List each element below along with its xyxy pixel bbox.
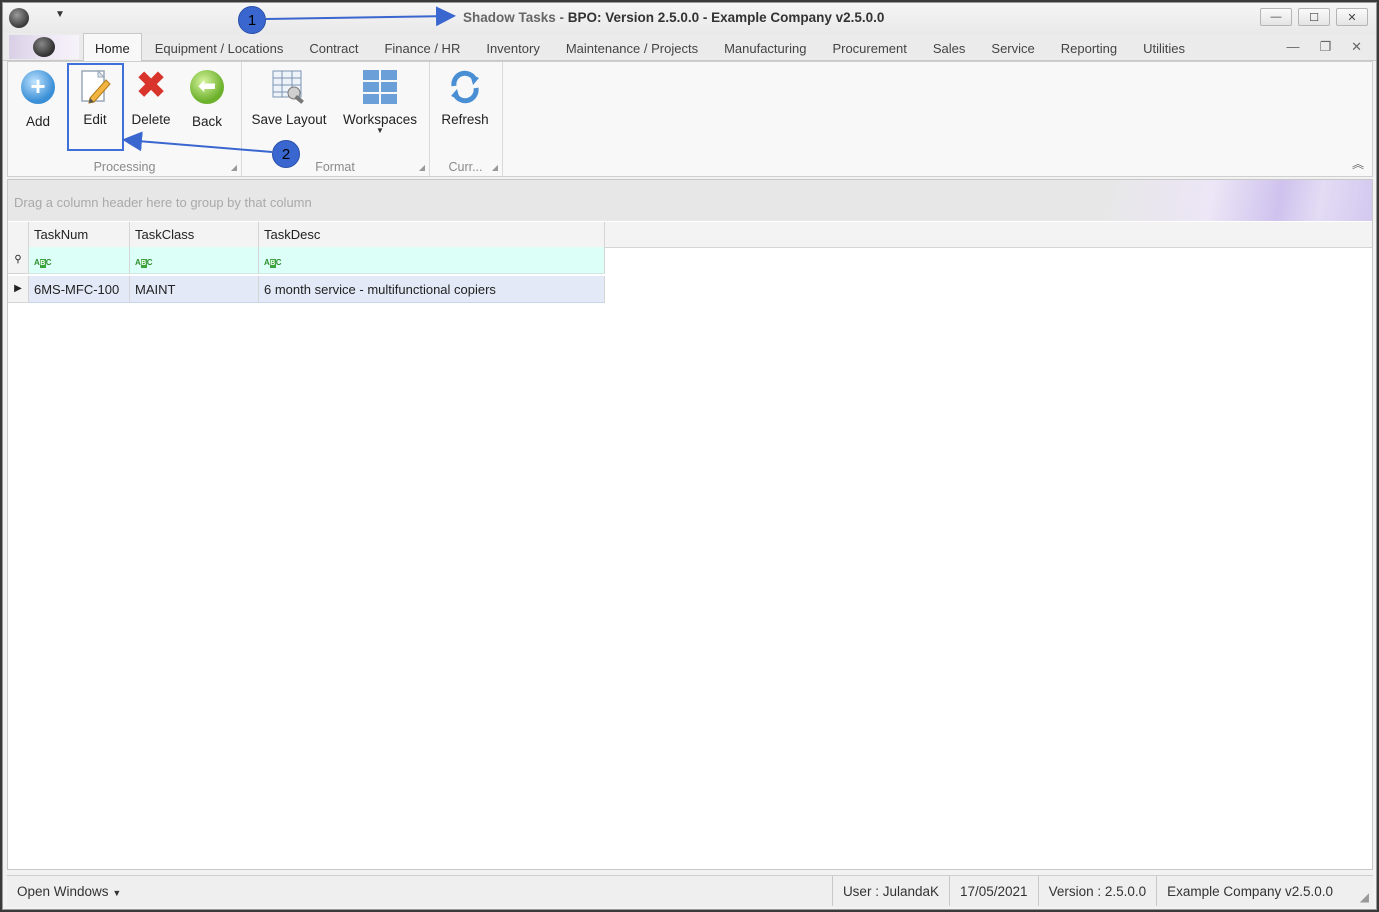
status-info: User : JulandaK 17/05/2021 Version : 2.5… <box>831 876 1343 906</box>
save-layout-icon <box>270 68 308 106</box>
column-header-taskclass[interactable]: TaskClass <box>130 222 259 247</box>
workspaces-dropdown-icon: ▼ <box>376 126 384 135</box>
row-focus-indicator-icon: ▶ <box>8 276 29 303</box>
column-header-row: TaskNum TaskClass TaskDesc <box>8 222 1372 248</box>
title-bar: ▼ Shadow Tasks - BPO: Version 2.5.0.0 - … <box>3 3 1376 33</box>
cell-taskclass[interactable]: MAINT <box>130 276 259 303</box>
cell-tasknum[interactable]: 6MS-MFC-100 <box>29 276 130 303</box>
group-launcher-icon[interactable]: ◢ <box>492 163 498 172</box>
row-indicator-header <box>8 222 29 247</box>
ribbon-tabs: Home Equipment / Locations Contract Finance… <box>83 33 1198 61</box>
workspaces-icon <box>361 68 399 106</box>
filter-cell-tasknum[interactable]: ABC <box>29 247 130 274</box>
delete-label: Delete <box>131 112 171 127</box>
window-title: Shadow Tasks - BPO: Version 2.5.0.0 - Ex… <box>463 10 884 25</box>
mdi-close-icon[interactable]: ✕ <box>1351 39 1362 55</box>
format-group-label: Format <box>315 160 355 174</box>
minimize-button[interactable]: — <box>1260 8 1292 26</box>
status-bar: Open Windows ▼ User : JulandaK 17/05/202… <box>7 875 1373 907</box>
resize-grip-icon[interactable]: ◢ <box>1360 890 1369 904</box>
save-layout-button[interactable]: Save Layout <box>249 68 329 127</box>
refresh-label: Refresh <box>441 112 489 127</box>
tab-utilities[interactable]: Utilities <box>1130 33 1198 60</box>
status-date: 17/05/2021 <box>949 876 1038 906</box>
window-controls: — ☐ ✕ <box>1260 8 1368 26</box>
tab-maintenance-projects[interactable]: Maintenance / Projects <box>553 33 711 60</box>
back-label: Back <box>191 114 222 129</box>
tab-finance-hr[interactable]: Finance / HR <box>371 33 473 60</box>
delete-icon: ✖ <box>135 65 167 107</box>
processing-group-label: Processing <box>93 160 156 174</box>
filter-cell-taskclass[interactable]: ABC <box>130 247 259 274</box>
open-windows-dropdown[interactable]: Open Windows ▼ <box>17 884 121 899</box>
format-group: Save Layout Workspaces ▼ Format ◢ <box>241 62 430 176</box>
text-filter-icon: ABC <box>264 258 282 268</box>
save-layout-label: Save Layout <box>251 112 327 127</box>
app-window: ▼ Shadow Tasks - BPO: Version 2.5.0.0 - … <box>2 2 1377 910</box>
maximize-button[interactable]: ☐ <box>1298 8 1330 26</box>
open-windows-label: Open Windows <box>17 884 109 899</box>
application-menu-button[interactable] <box>9 35 79 59</box>
table-row[interactable]: ▶ 6MS-MFC-100 MAINT 6 month service - mu… <box>8 276 1372 303</box>
tab-procurement[interactable]: Procurement <box>819 33 919 60</box>
processing-group: + Add Edit ✖ Delete ⬅ Back Processing ◢ <box>8 62 242 176</box>
tab-equipment-locations[interactable]: Equipment / Locations <box>142 33 297 60</box>
back-arrow-icon: ⬅ <box>190 70 224 104</box>
column-header-taskdesc[interactable]: TaskDesc <box>259 222 605 247</box>
app-logo-icon <box>33 37 55 57</box>
app-logo-icon[interactable] <box>9 8 29 28</box>
tab-manufacturing[interactable]: Manufacturing <box>711 33 819 60</box>
tab-home[interactable]: Home <box>83 33 142 61</box>
mdi-controls: — ❐ ✕ <box>1286 39 1362 55</box>
annotation-badge-2: 2 <box>272 140 300 168</box>
window-title-prefix: Shadow Tasks - <box>463 10 568 25</box>
workspaces-label: Workspaces <box>342 112 418 127</box>
tab-inventory[interactable]: Inventory <box>473 33 552 60</box>
current-group: Refresh Curr... ◢ <box>429 62 503 176</box>
column-header-tasknum[interactable]: TaskNum <box>29 222 130 247</box>
filter-cell-taskdesc[interactable]: ABC <box>259 247 605 274</box>
back-button[interactable]: ⬅ Back <box>186 68 228 129</box>
workspaces-button[interactable]: Workspaces ▼ <box>341 68 419 135</box>
group-launcher-icon[interactable]: ◢ <box>419 163 425 172</box>
tab-contract[interactable]: Contract <box>296 33 371 60</box>
collapse-ribbon-icon[interactable]: ︽ <box>1352 155 1364 172</box>
tab-reporting[interactable]: Reporting <box>1048 33 1130 60</box>
mdi-restore-icon[interactable]: ❐ <box>1319 39 1331 55</box>
mdi-minimize-icon[interactable]: — <box>1286 39 1299 55</box>
add-icon: + <box>21 70 55 104</box>
quick-access-dropdown-icon[interactable]: ▼ <box>55 9 65 20</box>
status-company: Example Company v2.5.0.0 <box>1156 876 1343 906</box>
close-button[interactable]: ✕ <box>1336 8 1368 26</box>
refresh-icon <box>446 68 484 106</box>
delete-button[interactable]: ✖ Delete <box>126 65 176 127</box>
status-version: Version : 2.5.0.0 <box>1037 876 1157 906</box>
text-filter-icon: ABC <box>135 258 153 268</box>
grid-area: Drag a column header here to group by th… <box>7 179 1373 870</box>
refresh-button[interactable]: Refresh <box>437 68 493 127</box>
window-title-main: BPO: Version 2.5.0.0 - Example Company v… <box>567 10 885 25</box>
group-launcher-icon[interactable]: ◢ <box>231 163 237 172</box>
tab-sales[interactable]: Sales <box>920 33 979 60</box>
add-button[interactable]: + Add <box>16 68 60 129</box>
status-user: User : JulandaK <box>831 876 949 906</box>
auto-filter-row: ⚲ ABC ABC ABC <box>8 247 1372 274</box>
annotation-badge-1: 1 <box>238 6 266 34</box>
filter-pin-icon: ⚲ <box>8 247 29 274</box>
ribbon: + Add Edit ✖ Delete ⬅ Back Processing ◢ … <box>7 61 1373 177</box>
chevron-down-icon: ▼ <box>112 888 122 898</box>
ribbon-tabs-bar: Home Equipment / Locations Contract Finance… <box>3 33 1376 61</box>
add-label: Add <box>25 114 51 129</box>
cell-taskdesc[interactable]: 6 month service - multifunctional copier… <box>259 276 605 303</box>
edit-highlight-box <box>67 63 124 151</box>
text-filter-icon: ABC <box>34 258 52 268</box>
tab-service[interactable]: Service <box>978 33 1047 60</box>
group-by-panel[interactable]: Drag a column header here to group by th… <box>8 180 1372 221</box>
